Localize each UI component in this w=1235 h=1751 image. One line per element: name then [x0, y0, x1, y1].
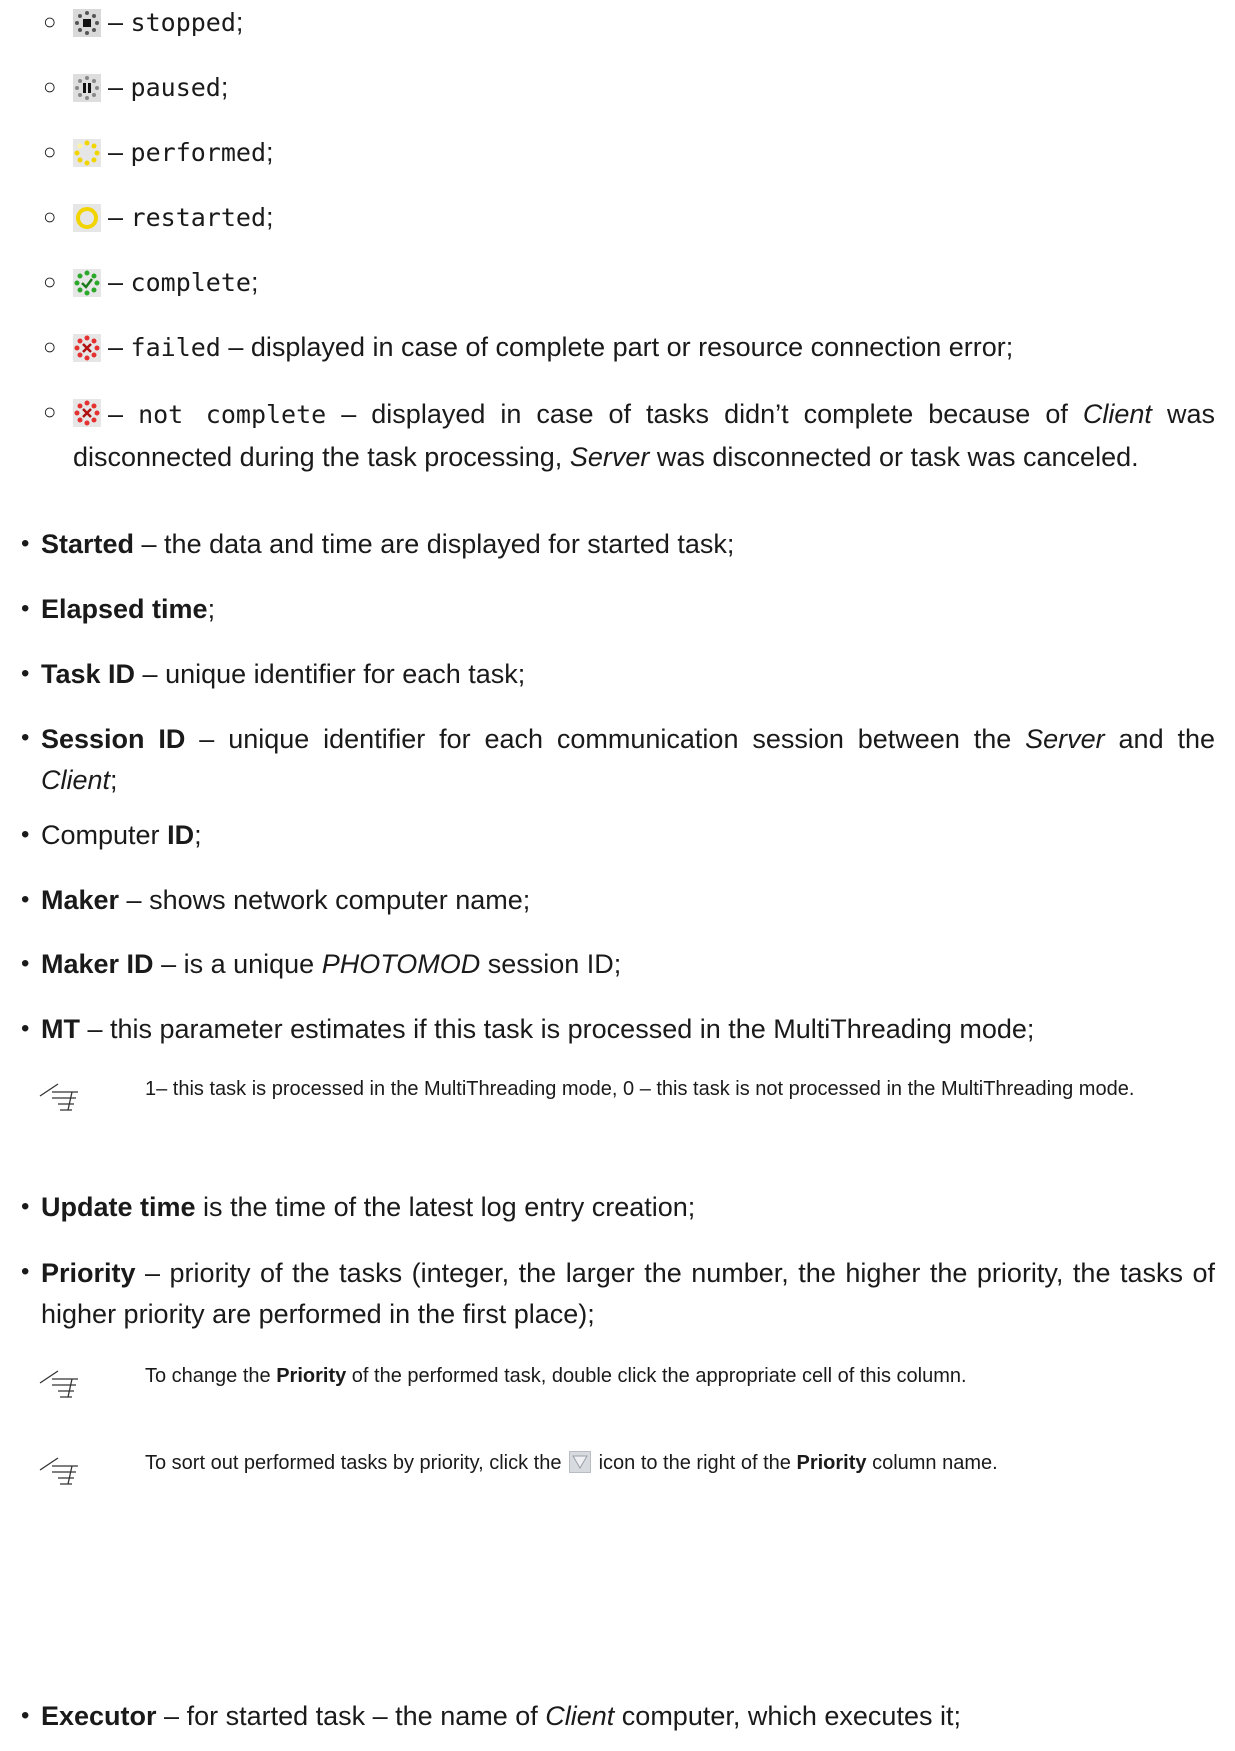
term: Task ID [41, 659, 136, 689]
document-page: ○ – stopped; ○ – paused; ○ – performed; … [0, 0, 1235, 1751]
description: ; [194, 820, 202, 850]
client-term: Client [1082, 399, 1152, 429]
status-tail: was disconnected or task was canceled. [649, 442, 1139, 472]
status-label: performed [130, 138, 267, 167]
term: Started [41, 529, 135, 559]
term: MT [41, 1014, 80, 1044]
status-label: paused [130, 73, 221, 102]
bullet-dot: • [21, 886, 30, 913]
bullet-dot: • [21, 1193, 30, 1220]
bullet-dot: • [21, 1258, 30, 1285]
performed-status-icon [73, 139, 101, 167]
description: – priority of the tasks (integer, the la… [41, 1258, 1215, 1329]
note-text: To sort out performed tasks by priority,… [145, 1452, 568, 1474]
hollow-bullet: ○ [43, 269, 57, 294]
description: Computer [41, 820, 168, 850]
description: – unique identifier for each communicati… [185, 724, 1026, 754]
status-tail: ; [250, 267, 259, 297]
bullet-dot: • [21, 821, 30, 848]
hollow-bullet: ○ [43, 399, 57, 424]
pointing-hand-icon [39, 1457, 78, 1485]
stopped-status-icon [73, 9, 101, 37]
term: Elapsed time [41, 594, 208, 624]
dash: – [108, 202, 124, 232]
pointing-hand-icon [39, 1083, 78, 1111]
client-term: Client [545, 1701, 615, 1731]
description: – shows network computer name; [119, 885, 531, 915]
status-label: stopped [130, 8, 236, 37]
description: computer, which executes it; [614, 1701, 961, 1731]
description: ; [110, 765, 118, 795]
bullet-dot: • [21, 660, 30, 687]
status-label: complete [130, 268, 251, 297]
term: Maker ID [41, 949, 154, 979]
status-tail: – displayed in case of tasks didn’t comp… [326, 399, 1083, 429]
complete-status-icon [73, 269, 101, 297]
status-tail: ; [235, 7, 244, 37]
status-tail: ; [266, 137, 274, 167]
dash: – [108, 72, 124, 102]
description: is the time of the latest log entry crea… [195, 1192, 696, 1222]
sort-triangle-icon [569, 1451, 592, 1473]
term: Maker [41, 885, 120, 915]
dash: – [108, 399, 124, 429]
dash: – [108, 267, 124, 297]
term: Executor [41, 1701, 157, 1731]
hollow-bullet: ○ [43, 9, 57, 34]
server-term: Server [569, 442, 650, 472]
dash: – [108, 137, 124, 167]
note-text: To change the [145, 1365, 277, 1387]
dash: – [108, 7, 124, 37]
paused-status-icon [73, 74, 101, 102]
bullet-dot: • [21, 1015, 30, 1042]
status-label: restarted [130, 203, 267, 232]
bullet-dot: • [21, 724, 30, 751]
bullet-dot: • [21, 530, 30, 557]
status-label: failed [130, 333, 221, 362]
status-tail: ; [220, 72, 229, 102]
client-term: Client [41, 765, 111, 795]
description: – this parameter estimates if this task … [79, 1014, 1035, 1044]
hollow-bullet: ○ [43, 139, 57, 164]
failed-status-icon [73, 334, 101, 362]
term: Update time [41, 1192, 196, 1222]
term: Priority [276, 1365, 347, 1387]
note-text: column name. [866, 1452, 998, 1474]
status-label: not complete [138, 400, 327, 429]
restarted-status-icon [73, 204, 101, 232]
product-name: PHOTOMOD [321, 949, 481, 979]
note-text: icon to the right of the [593, 1452, 797, 1474]
pointing-hand-icon [39, 1370, 78, 1398]
term: ID [167, 820, 195, 850]
status-tail: ; [266, 202, 274, 232]
term: Priority [41, 1258, 136, 1288]
bullet-dot: • [21, 1702, 30, 1729]
hollow-bullet: ○ [43, 334, 57, 359]
dash: – [108, 332, 124, 362]
note-text: of the performed task, double click the … [346, 1365, 967, 1387]
hollow-bullet: ○ [43, 74, 57, 99]
description: – the data and time are displayed for st… [134, 529, 735, 559]
description: session ID; [480, 949, 622, 979]
term: Session ID [41, 724, 186, 754]
status-tail: – displayed in case of complete part or … [220, 332, 1014, 362]
bullet-dot: • [21, 950, 30, 977]
note-text: 1– this task is processed in the MultiTh… [145, 1078, 1135, 1100]
description: and the [1104, 724, 1215, 754]
bullet-dot: • [21, 595, 30, 622]
server-term: Server [1025, 724, 1105, 754]
description: ; [207, 594, 216, 624]
description: – unique identifier for each task; [135, 659, 526, 689]
hollow-bullet: ○ [43, 204, 57, 229]
term: Priority [796, 1452, 867, 1474]
description: – for started task – the name of [156, 1701, 546, 1731]
description: – is a unique [153, 949, 322, 979]
